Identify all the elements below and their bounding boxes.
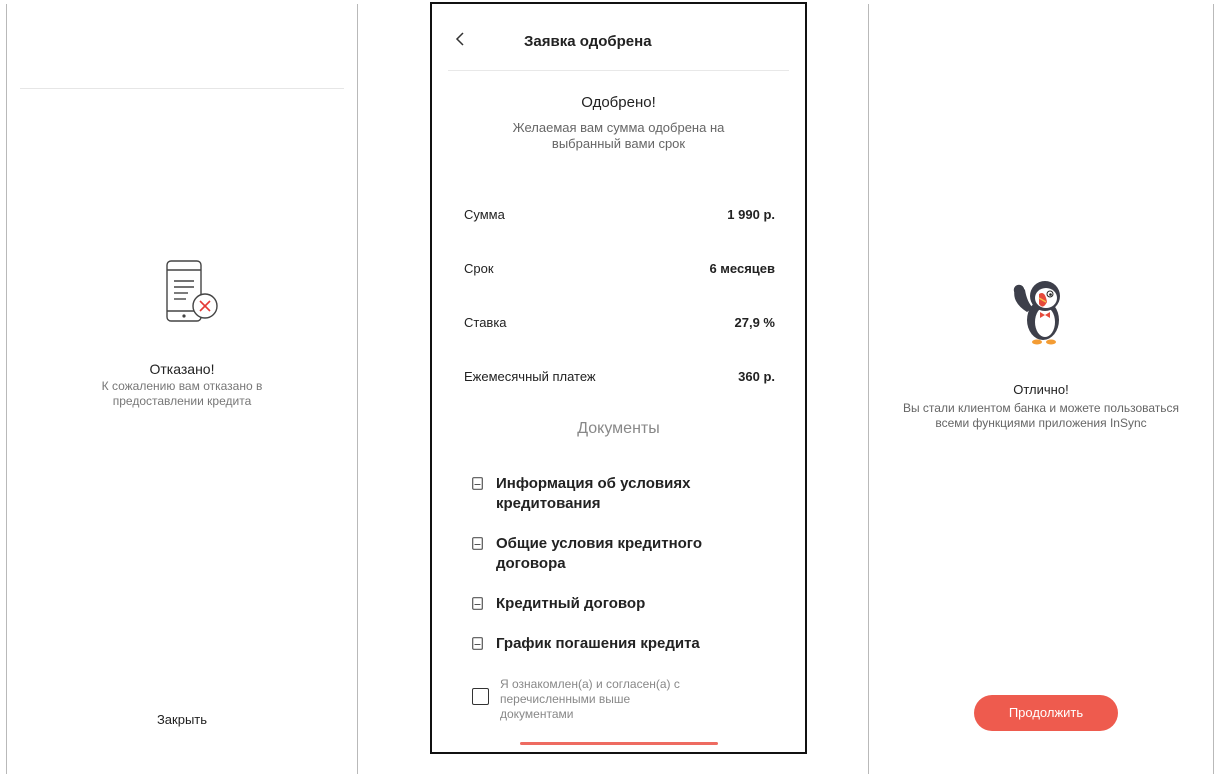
detail-row-monthly-payment: Ежемесячный платеж 360 р. (464, 369, 775, 389)
document-link-general-terms[interactable]: Общие условия кредитного договора (472, 534, 765, 574)
close-button[interactable]: Закрыть (7, 712, 357, 727)
success-message: Вы стали клиентом банка и можете пользов… (902, 401, 1180, 430)
detail-row-rate: Ставка 27,9 % (464, 315, 775, 335)
agreement-checkbox[interactable] (472, 688, 489, 705)
puffin-mascot-icon (1013, 281, 1060, 345)
detail-value: 360 р. (738, 369, 775, 384)
detail-value: 1 990 р. (727, 207, 775, 222)
chevron-left-icon[interactable] (452, 30, 470, 48)
detail-value: 6 месяцев (709, 261, 775, 276)
top-bar: Заявка одобрена (448, 4, 789, 71)
success-screen: Отлично! Вы стали клиентом банка и может… (868, 4, 1214, 774)
document-icon (472, 637, 483, 650)
detail-label: Ставка (464, 315, 507, 330)
continue-button[interactable]: Продолжить (974, 695, 1118, 731)
document-icon (472, 537, 483, 550)
approved-screen: Заявка одобрена Одобрено! Желаемая вам с… (430, 2, 807, 754)
rejected-message: К сожалению вам отказано в предоставлени… (101, 379, 263, 408)
header-divider (20, 88, 344, 89)
document-link-repayment-schedule[interactable]: График погашения кредита (472, 634, 765, 654)
detail-label: Ежемесячный платеж (464, 369, 596, 384)
submit-button-edge[interactable] (520, 742, 718, 745)
document-icon (472, 477, 483, 490)
document-link-credit-agreement[interactable]: Кредитный договор (472, 594, 765, 614)
rejected-screen: Отказано! К сожалению вам отказано в пре… (6, 4, 358, 774)
detail-row-amount: Сумма 1 990 р. (464, 207, 775, 227)
page-title: Заявка одобрена (524, 33, 652, 50)
detail-row-term: Срок 6 месяцев (464, 261, 775, 281)
documents-title: Документы (577, 420, 660, 437)
success-title: Отлично! (1013, 382, 1069, 397)
detail-value: 27,9 % (734, 315, 775, 330)
document-title: График погашения кредита (496, 635, 700, 652)
document-link-credit-terms-info[interactable]: Информация об условиях кредитования (472, 474, 765, 514)
document-title: Кредитный договор (496, 595, 646, 612)
detail-label: Срок (464, 261, 494, 276)
approved-title: Одобрено! (581, 94, 656, 111)
approved-message: Желаемая вам сумма одобрена на выбранный… (512, 120, 725, 151)
document-icon (472, 597, 483, 610)
document-title: Общие условия кредитного договора (496, 535, 703, 572)
document-title: Информация об условиях кредитования (496, 475, 691, 512)
phone-document-rejected-icon (166, 260, 218, 322)
agreement-label: Я ознакомлен(а) и согласен(а) с перечисл… (500, 677, 680, 721)
rejected-title: Отказано! (149, 361, 215, 377)
detail-label: Сумма (464, 207, 505, 222)
